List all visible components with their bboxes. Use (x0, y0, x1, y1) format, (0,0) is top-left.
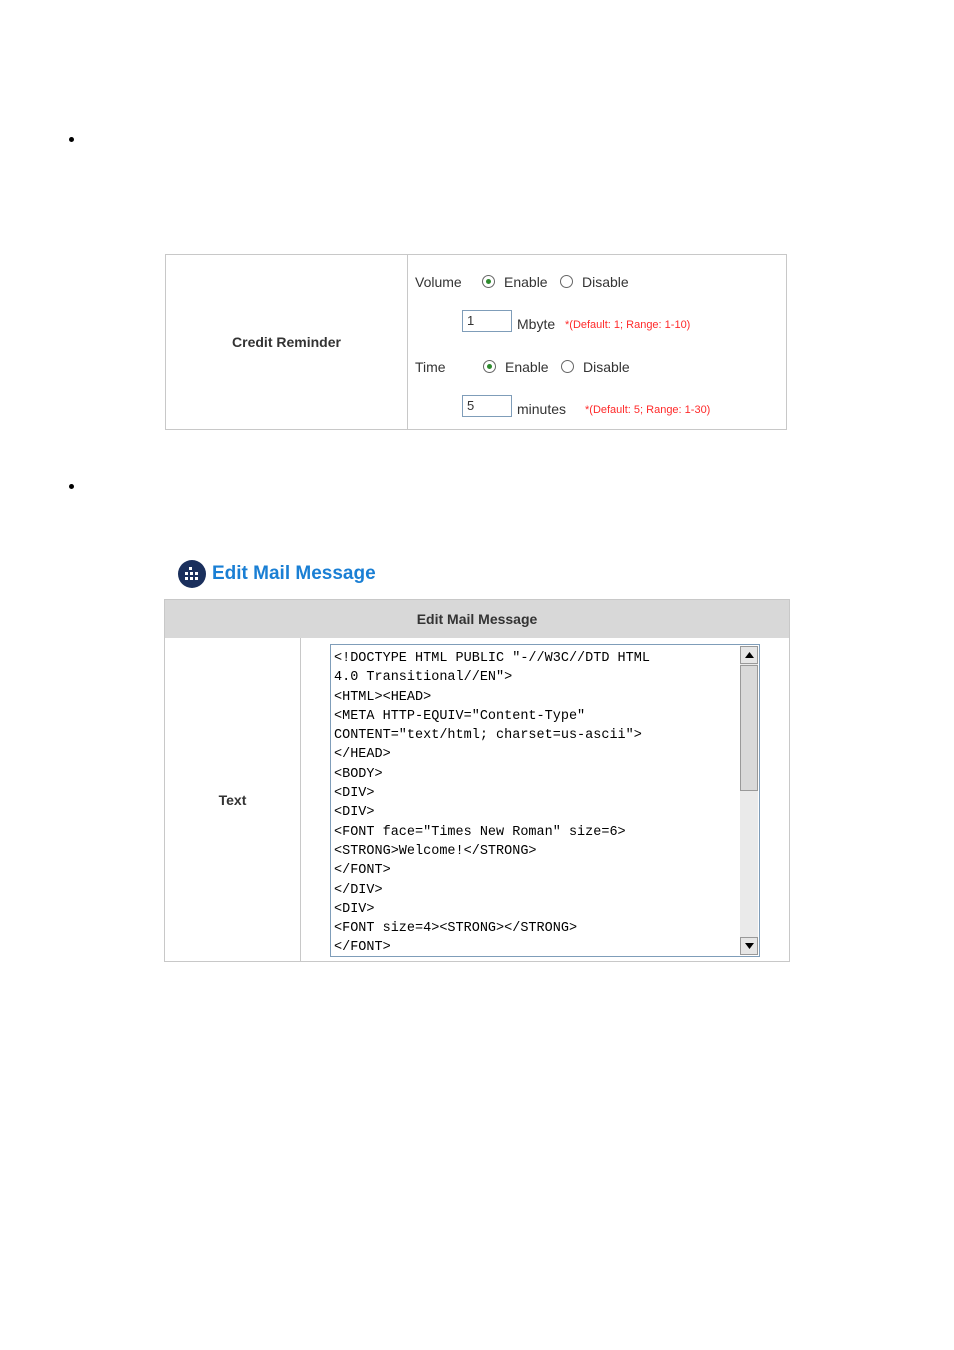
arrow-down-icon (744, 943, 754, 949)
text-field-label: Text (165, 638, 301, 961)
volume-unit: Mbyte (517, 316, 556, 332)
grid-icon (178, 560, 206, 588)
time-hint: *(Default: 5; Range: 1-30) (585, 404, 711, 416)
time-disable-label: Disable (583, 359, 630, 375)
time-enable-radio[interactable] (483, 360, 496, 373)
mail-text-area[interactable]: <!DOCTYPE HTML PUBLIC "-//W3C//DTD HTML … (330, 644, 760, 957)
volume-label: Volume (415, 274, 462, 290)
volume-disable-radio[interactable] (560, 275, 573, 288)
time-enable-label: Enable (505, 359, 549, 375)
scroll-up-button[interactable] (740, 646, 758, 664)
arrow-up-icon (744, 652, 754, 658)
time-disable-radio[interactable] (561, 360, 574, 373)
scroll-thumb[interactable] (740, 665, 758, 791)
bullet-2 (69, 484, 74, 489)
volume-enable-radio[interactable] (482, 275, 495, 288)
volume-input[interactable]: 1 (462, 310, 512, 332)
time-unit: minutes (517, 401, 567, 417)
volume-hint: *(Default: 1; Range: 1-10) (565, 319, 691, 331)
time-input[interactable]: 5 (462, 395, 512, 417)
credit-reminder-settings: Volume Enable Disable 1 Mbyte *(Default:… (408, 255, 786, 429)
credit-reminder-table: Credit Reminder Volume Enable Disable 1 … (165, 254, 787, 430)
scroll-down-button[interactable] (740, 937, 758, 955)
credit-reminder-label: Credit Reminder (166, 255, 408, 429)
textarea-scrollbar[interactable] (740, 646, 758, 955)
mail-text-content[interactable]: <!DOCTYPE HTML PUBLIC "-//W3C//DTD HTML … (334, 649, 734, 956)
volume-disable-label: Disable (582, 274, 629, 290)
edit-mail-title-text: Edit Mail Message (212, 563, 376, 584)
edit-mail-table: Edit Mail Message Text <!DOCTYPE HTML PU… (164, 599, 790, 962)
edit-mail-title: Edit Mail Message (178, 560, 376, 588)
volume-enable-label: Enable (504, 274, 548, 290)
edit-mail-header: Edit Mail Message (165, 600, 789, 638)
bullet-1 (69, 137, 74, 142)
time-label: Time (415, 359, 446, 375)
